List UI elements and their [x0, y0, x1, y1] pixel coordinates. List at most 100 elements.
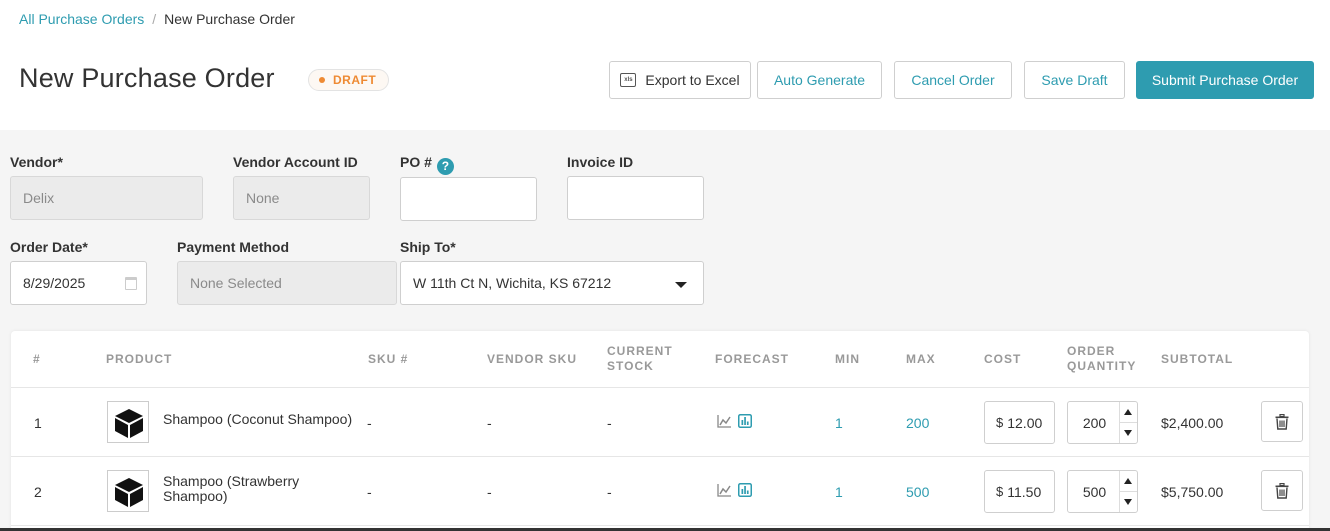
export-label: Export to Excel: [645, 72, 740, 88]
box-icon: [115, 409, 143, 438]
quantity-spinner: [1119, 471, 1137, 512]
increment-icon[interactable]: [1124, 478, 1132, 484]
cost-input[interactable]: $ 12.00: [984, 401, 1055, 444]
export-to-excel-button[interactable]: xls Export to Excel: [609, 61, 751, 99]
row-number: 2: [34, 483, 42, 500]
auto-generate-button[interactable]: Auto Generate: [757, 61, 882, 99]
vendor-label: Vendor*: [10, 154, 63, 170]
delete-row-button[interactable]: [1261, 470, 1303, 511]
col-header-num: #: [33, 351, 41, 366]
po-number-label: PO #?: [400, 154, 454, 175]
payment-method-label: Payment Method: [177, 239, 290, 255]
row-number: 1: [34, 414, 42, 431]
spinner-divider: [1120, 491, 1137, 492]
quantity-value: 200: [1082, 414, 1107, 431]
col-header-forecast: FORECAST: [715, 351, 789, 366]
po-number-label-text: PO #: [400, 154, 432, 170]
vendor-sku-value: -: [487, 414, 492, 431]
ship-to-label: Ship To*: [400, 239, 456, 255]
quantity-spinner: [1119, 402, 1137, 443]
current-stock-value: -: [607, 414, 612, 431]
quantity-stepper[interactable]: 500: [1067, 470, 1138, 513]
box-icon: [115, 478, 143, 507]
invoice-id-input[interactable]: [567, 176, 704, 220]
vendor-account-id-label: Vendor Account ID: [233, 154, 358, 170]
vendor-value: Delix: [23, 190, 55, 206]
col-header-vendor-sku: VENDOR SKU: [487, 351, 578, 366]
cost-value: 12.00: [1007, 414, 1043, 431]
help-icon[interactable]: ?: [436, 157, 454, 175]
product-name[interactable]: Shampoo (Coconut Shampoo): [163, 412, 363, 427]
col-header-product: PRODUCT: [106, 351, 173, 366]
col-header-cost: COST: [984, 351, 1022, 366]
order-date-input[interactable]: 8/29/2025: [10, 261, 147, 305]
ship-to-value: W 11th Ct N, Wichita, KS 67212: [413, 275, 612, 291]
max-value[interactable]: 500: [906, 457, 929, 526]
save-draft-button[interactable]: Save Draft: [1024, 61, 1125, 99]
product-image: [107, 401, 149, 443]
bar-chart-icon[interactable]: [738, 414, 752, 428]
col-header-min: MIN: [835, 351, 860, 366]
payment-method-value: None Selected: [190, 275, 282, 291]
min-value[interactable]: 1: [835, 388, 843, 457]
subtotal-value: $2,400.00: [1161, 414, 1224, 431]
cancel-order-button[interactable]: Cancel Order: [894, 61, 1012, 99]
invoice-id-label: Invoice ID: [567, 154, 634, 170]
po-number-input[interactable]: [400, 177, 537, 221]
product-image: [107, 470, 149, 512]
col-header-current-stock: CURRENT STOCK: [607, 344, 673, 373]
decrement-icon[interactable]: [1124, 430, 1132, 436]
vendor-account-id-value: None: [246, 190, 280, 206]
sku-value: -: [367, 414, 372, 431]
breadcrumb-current: New Purchase Order: [164, 11, 295, 27]
breadcrumb: All Purchase Orders / New Purchase Order: [19, 11, 295, 27]
order-date-label: Order Date*: [10, 239, 88, 255]
currency-symbol: $: [996, 415, 1004, 430]
col-header-max: MAX: [906, 351, 936, 366]
breadcrumb-separator: /: [152, 11, 157, 27]
quantity-stepper[interactable]: 200: [1067, 401, 1138, 444]
status-badge: DRAFT: [308, 69, 390, 91]
breadcrumb-all-purchase-orders[interactable]: All Purchase Orders: [19, 11, 144, 27]
col-header-order-quantity: ORDER QUANTITY: [1067, 344, 1137, 373]
excel-file-icon: xls: [620, 73, 637, 87]
purchase-order-table: # PRODUCT SKU # VENDOR SKU CURRENT STOCK…: [11, 331, 1309, 531]
min-value[interactable]: 1: [835, 457, 843, 526]
current-stock-value: -: [607, 483, 612, 500]
quantity-value: 500: [1082, 483, 1107, 500]
cost-input[interactable]: $ 11.50: [984, 470, 1055, 513]
calendar-icon[interactable]: [125, 277, 137, 290]
currency-symbol: $: [996, 484, 1004, 499]
decrement-icon[interactable]: [1124, 499, 1132, 505]
subtotal-value: $5,750.00: [1161, 483, 1224, 500]
line-chart-icon[interactable]: [717, 483, 732, 497]
chevron-down-icon: [675, 282, 687, 288]
max-value[interactable]: 200: [906, 388, 929, 457]
bar-chart-icon[interactable]: [738, 483, 752, 497]
forecast-icons: [717, 483, 752, 497]
table-row: 2 Shampoo (Strawberry Shampoo) - - - 1 5…: [11, 457, 1309, 526]
payment-method-select: None Selected: [177, 261, 397, 305]
trash-icon: [1275, 482, 1289, 499]
col-header-subtotal: SUBTOTAL: [1161, 351, 1234, 366]
product-name[interactable]: Shampoo (Strawberry Shampoo): [163, 474, 363, 504]
submit-purchase-order-button[interactable]: Submit Purchase Order: [1136, 61, 1314, 99]
cost-value: 11.50: [1007, 483, 1042, 500]
sku-value: -: [367, 483, 372, 500]
page-header: All Purchase Orders / New Purchase Order N…: [0, 0, 1330, 130]
col-header-sku: SKU #: [368, 351, 409, 366]
line-chart-icon[interactable]: [717, 414, 732, 428]
page-title: New Purchase Order: [19, 63, 275, 93]
forecast-icons: [717, 414, 752, 428]
order-date-value: 8/29/2025: [23, 275, 86, 291]
increment-icon[interactable]: [1124, 409, 1132, 415]
delete-row-button[interactable]: [1261, 401, 1303, 442]
status-dot-icon: [319, 77, 325, 83]
ship-to-select[interactable]: W 11th Ct N, Wichita, KS 67212: [400, 261, 704, 305]
trash-icon: [1275, 413, 1289, 430]
vendor-field: Delix: [10, 176, 203, 220]
status-label: DRAFT: [333, 73, 377, 87]
table-row: 1 Shampoo (Coconut Shampoo) - - - 1 200 …: [11, 388, 1309, 457]
vendor-sku-value: -: [487, 483, 492, 500]
vendor-account-id-field: None: [233, 176, 370, 220]
